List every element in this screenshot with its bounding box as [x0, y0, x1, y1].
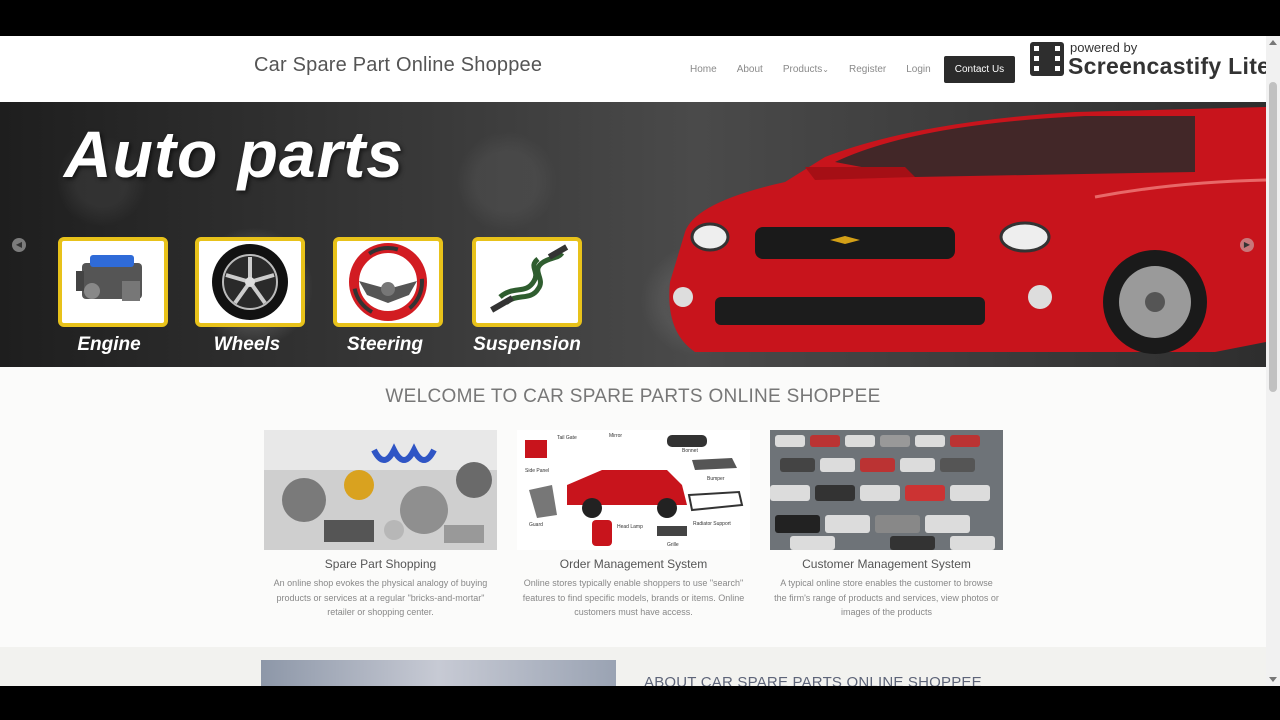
feature-card-order-management: Tail Gate Mirror Bonnet Side Panel Bumpe…: [517, 430, 750, 620]
nav-register[interactable]: Register: [849, 64, 886, 75]
feature-text: A typical online store enables the custo…: [774, 578, 999, 617]
feature-text: Online stores typically enable shoppers …: [522, 578, 745, 617]
wheels-tile[interactable]: [195, 237, 305, 327]
contact-us-button[interactable]: Contact Us: [943, 56, 1016, 83]
suspension-spring-icon: [490, 244, 569, 313]
part-label-grille: Grille: [667, 542, 679, 548]
steering-wheel-icon: [349, 243, 427, 321]
spare-parts-image: [264, 430, 497, 550]
watermark-brand: Screencastify Lite: [1068, 53, 1271, 79]
nav-about[interactable]: About: [737, 64, 763, 75]
part-label-tail-gate: Tail Gate: [557, 435, 577, 441]
welcome-heading: WELCOME TO CAR SPARE PARTS ONLINE SHOPPE…: [385, 386, 881, 407]
scroll-up-arrow-icon[interactable]: [1269, 40, 1277, 45]
carousel-prev-button[interactable]: ◀: [12, 238, 26, 252]
part-label-side-panel: Side Panel: [525, 468, 549, 474]
suspension-label: Suspension: [473, 334, 581, 355]
vertical-scrollbar[interactable]: [1266, 36, 1280, 686]
feature-text: An online shop evokes the physical analo…: [273, 578, 488, 617]
suspension-tile[interactable]: [472, 237, 582, 327]
feature-title: Customer Management System: [802, 557, 971, 571]
main-nav: Home About Products⌄ Register Login Cont…: [680, 56, 1025, 83]
nav-products[interactable]: Products⌄: [783, 64, 829, 75]
steering-label: Steering: [346, 334, 424, 355]
wheels-label: Wheels: [213, 334, 281, 355]
browser-viewport: Car Spare Part Online Shoppee Home About…: [0, 36, 1280, 686]
part-label-guard: Guard: [529, 522, 543, 528]
engine-label: Engine: [77, 334, 141, 355]
screencastify-watermark: powered by Screencastify Lite: [1030, 40, 1275, 80]
engine-icon: [76, 255, 142, 301]
about-section: ABOUT CAR SPARE PARTS ONLINE SHOPPEE: [0, 647, 1266, 686]
banner-title: Auto parts: [64, 117, 404, 191]
scroll-down-arrow-icon[interactable]: [1269, 677, 1277, 682]
feature-title: Spare Part Shopping: [324, 557, 437, 571]
nav-login[interactable]: Login: [906, 64, 930, 75]
wheel-icon: [212, 244, 288, 320]
about-heading: ABOUT CAR SPARE PARTS ONLINE SHOPPEE: [644, 674, 982, 686]
feature-card-spare-part-shopping: Spare Part Shopping An online shop evoke…: [264, 430, 497, 620]
car-lot-image: [770, 430, 1003, 550]
part-label-mirror: Mirror: [609, 433, 622, 439]
carousel-next-button[interactable]: ▶: [1240, 238, 1254, 252]
nav-products-label: Products: [782, 64, 823, 75]
feature-card-customer-management: Customer Management System A typical onl…: [770, 430, 1003, 620]
part-label-head-lamp: Head Lamp: [617, 524, 643, 530]
scrollbar-thumb[interactable]: [1269, 82, 1277, 392]
car-parts-diagram-image: Tail Gate Mirror Bonnet Side Panel Bumpe…: [517, 430, 750, 550]
site-brand[interactable]: Car Spare Part Online Shoppee: [254, 54, 542, 77]
about-image: [261, 660, 616, 686]
chevron-down-icon: ⌄: [822, 65, 829, 74]
feature-title: Order Management System: [559, 557, 708, 571]
part-label-bumper: Bumper: [707, 476, 725, 482]
site-header: Car Spare Part Online Shoppee Home About…: [0, 36, 1270, 102]
part-label-bonnet: Bonnet: [682, 448, 698, 454]
steering-tile[interactable]: [333, 237, 443, 327]
nav-home[interactable]: Home: [690, 64, 717, 75]
engine-tile[interactable]: [58, 237, 168, 327]
hero-banner: Auto parts Engine Wheels Steering Suspen…: [0, 102, 1266, 367]
film-strip-icon: [1030, 42, 1064, 76]
part-label-radiator-support: Radiator Support: [693, 521, 731, 527]
red-sports-car-image: [669, 107, 1266, 354]
